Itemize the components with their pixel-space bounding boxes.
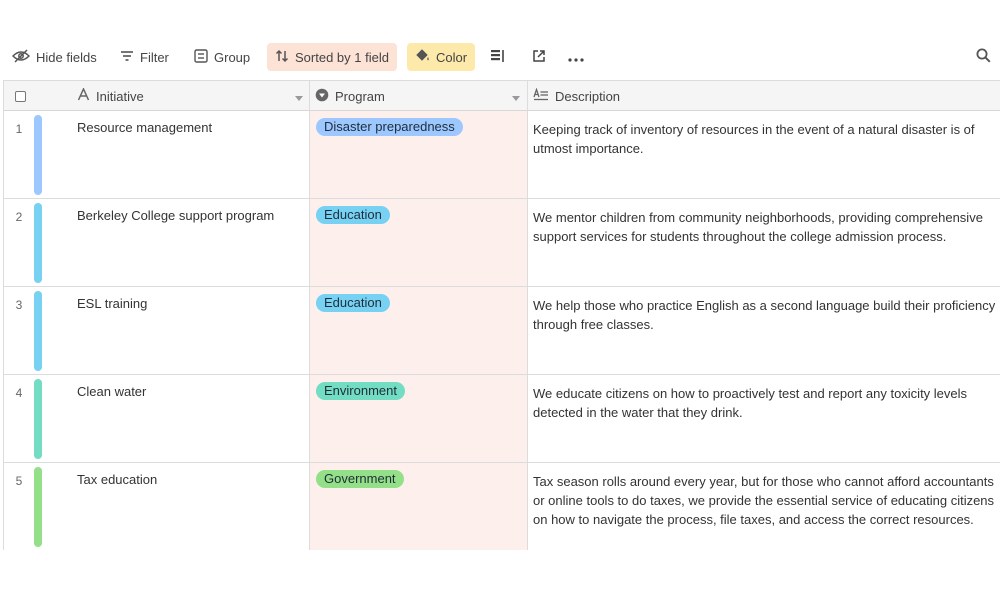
more-icon [568,50,584,65]
description-cell[interactable]: Tax season rolls around every year, but … [533,472,999,529]
column-header-initiative[interactable]: Initiative [77,81,307,111]
checkbox-box [15,90,26,102]
column-header-description[interactable]: Description [533,81,993,111]
sort-label: Sorted by 1 field [295,49,389,65]
chevron-down-icon[interactable] [295,89,303,104]
search-button[interactable] [969,43,997,71]
row-color-stripe [34,115,42,195]
long-text-icon [533,87,549,104]
table-row[interactable]: 4 Clean water Environment We educate citize… [4,375,1000,463]
row-number: 1 [15,122,23,136]
select-all-checkbox[interactable] [15,81,26,111]
column-header-program[interactable]: Program [315,81,524,111]
color-label: Color [436,49,468,65]
color-button[interactable]: Color [407,43,476,71]
search-icon [976,48,991,66]
hide-fields-label: Hide fields [36,49,97,65]
column-label-program: Program [335,88,385,104]
group-button[interactable]: Group [186,43,258,71]
description-cell[interactable]: We mentor children from community neighb… [533,208,999,246]
program-tag[interactable]: Education [316,206,390,224]
row-number: 5 [15,474,23,488]
chevron-down-icon[interactable] [512,89,520,104]
column-label-description: Description [555,88,621,104]
eye-off-icon [11,48,31,66]
sort-button[interactable]: Sorted by 1 field [267,43,397,71]
filter-icon [120,50,134,65]
share-view-button[interactable] [525,43,553,71]
initiative-cell[interactable]: Berkeley College support program [77,208,274,223]
row-color-stripe [34,467,42,547]
initiative-cell[interactable]: Tax education [77,472,157,487]
hide-fields-button[interactable]: Hide fields [4,43,105,71]
program-tag[interactable]: Disaster preparedness [316,118,463,136]
filter-label: Filter [140,49,169,65]
description-cell[interactable]: We help those who practice English as a … [533,296,999,334]
column-label-initiative: Initiative [96,88,144,104]
view-toolbar: Hide fields Filter Group Sorted by 1 fie… [0,43,1000,71]
program-tag[interactable]: Education [316,294,390,312]
row-color-stripe [34,379,42,459]
table-row[interactable]: 2 Berkeley College support program Educati… [4,199,1000,287]
description-cell[interactable]: Keeping track of inventory of resources … [533,120,999,158]
single-select-icon [315,88,329,105]
filter-button[interactable]: Filter [112,43,177,71]
row-height-icon [490,49,506,66]
text-field-icon [77,87,90,104]
group-icon [194,48,208,66]
more-options-button[interactable] [562,43,590,71]
program-tag[interactable]: Government [316,470,404,488]
row-number: 4 [15,386,23,400]
row-number: 2 [15,210,23,224]
grid-header: Initiative Program Description [4,80,1000,111]
table-row[interactable]: 5 Tax education Government Tax season rolls… [4,463,1000,550]
description-cell[interactable]: We educate citizens on how to proactivel… [533,384,999,422]
program-tag[interactable]: Environment [316,382,405,400]
table-row[interactable]: 1 Resource management Disaster preparednes… [4,111,1000,199]
row-number: 3 [15,298,23,312]
sort-icon [275,49,289,66]
row-color-stripe [34,203,42,283]
group-label: Group [214,49,251,65]
table-row[interactable]: 3 ESL training Education We help those who … [4,287,1000,375]
paint-bucket-icon [415,48,430,66]
row-color-stripe [34,291,42,371]
initiative-cell[interactable]: Resource management [77,120,212,135]
records-grid: Initiative Program Description 1 Resource… [3,80,1000,550]
initiative-cell[interactable]: Clean water [77,384,146,399]
row-height-button[interactable] [484,43,512,71]
initiative-cell[interactable]: ESL training [77,296,147,311]
share-view-icon [532,49,546,66]
